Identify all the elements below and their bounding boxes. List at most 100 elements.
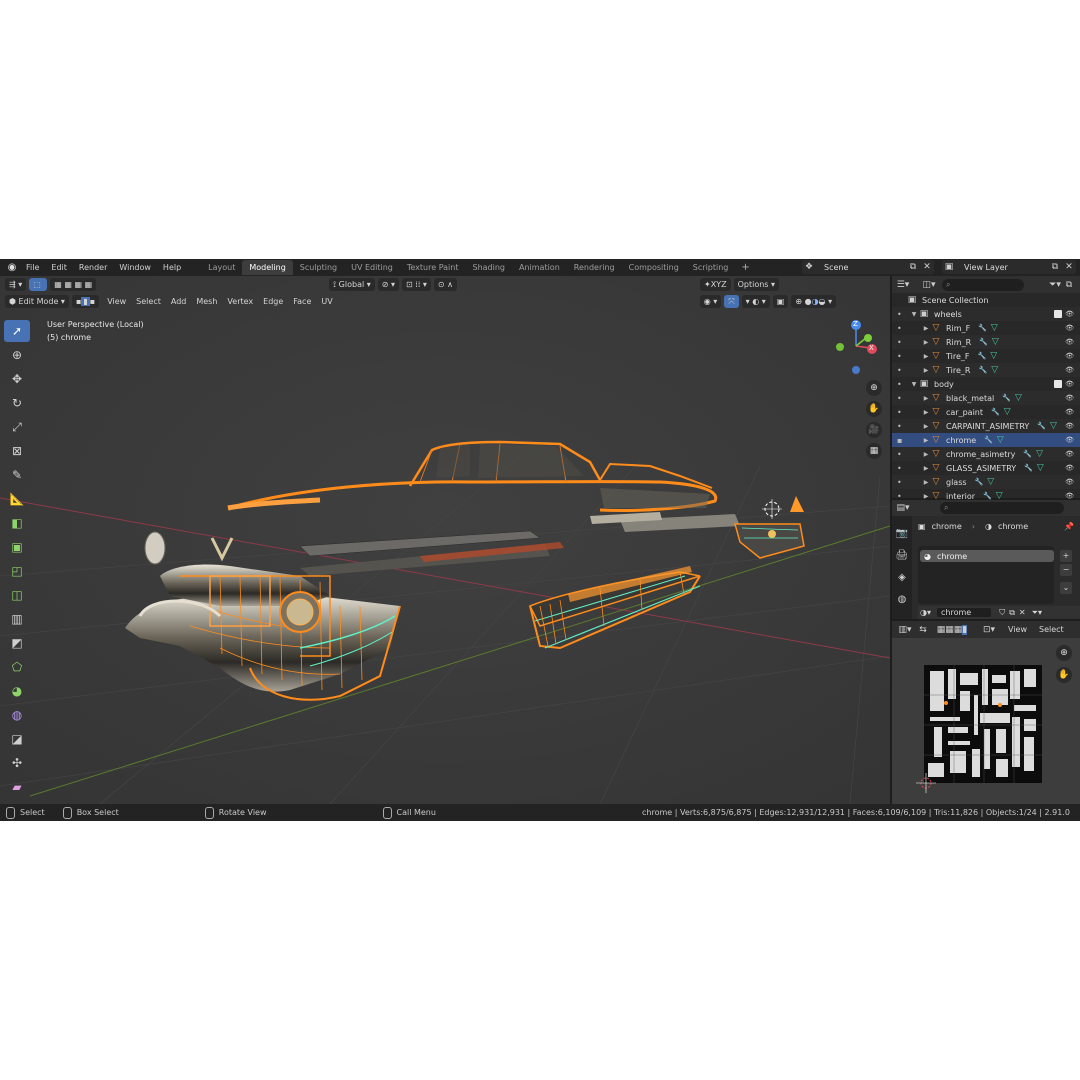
vp-menu-select[interactable]: Select (131, 293, 166, 310)
browse-material-icon[interactable]: ◑▾ (920, 608, 931, 617)
visibility-eye-icon[interactable]: 👁 (1065, 422, 1074, 430)
material-name-field[interactable]: chrome (937, 608, 992, 617)
outliner-row-glass[interactable]: • ▶ ▽ glass 🔧 ▽ 👁 (892, 475, 1080, 489)
editor-type-button[interactable]: ⇶ ▾ (5, 278, 27, 291)
visibility-eye-icon[interactable]: 👁 (1065, 394, 1074, 402)
expand-toggle-icon[interactable]: ▶ (922, 325, 930, 332)
vp-menu-mesh[interactable]: Mesh (191, 293, 222, 310)
outliner-editor-icon[interactable]: ☰▾ (896, 278, 910, 292)
modifier-icon[interactable]: 🔧 (979, 338, 988, 346)
outliner-row-wheels[interactable]: • ▼ ▣ wheels 👁 (892, 307, 1080, 321)
modifier-icon[interactable]: 🔧 (991, 408, 1000, 416)
tab-scripting[interactable]: Scripting (686, 260, 736, 275)
expand-toggle-icon[interactable]: ▶ (922, 465, 930, 472)
delete-scene-icon[interactable]: ✕ (920, 260, 934, 274)
new-view-layer-icon[interactable]: ⧉ (1048, 260, 1062, 274)
vp-menu-add[interactable]: Add (166, 293, 192, 310)
menu-file[interactable]: File (20, 259, 45, 276)
zoom-view-icon[interactable]: ⊕ (866, 380, 882, 396)
outliner-row-chrome[interactable]: ▪ ▶ ▽ chrome 🔧 ▽ 👁 (892, 433, 1080, 447)
material-slot-chrome[interactable]: ◕ chrome (920, 550, 1054, 562)
vp-menu-uv[interactable]: UV (316, 293, 337, 310)
new-collection-icon[interactable]: ⧉ (1062, 278, 1076, 292)
outliner-row-glass-asimetry[interactable]: • ▶ ▽ GLASS_ASIMETRY 🔧 ▽ 👁 (892, 461, 1080, 475)
mesh-data-icon[interactable]: ▽ (1036, 449, 1043, 459)
uv-zoom-icon[interactable]: ⊕ (1056, 645, 1072, 661)
outliner-row-black-metal[interactable]: • ▶ ▽ black_metal 🔧 ▽ 👁 (892, 391, 1080, 405)
vp-menu-face[interactable]: Face (288, 293, 316, 310)
visibility-eye-icon[interactable]: 👁 (1065, 436, 1074, 444)
new-scene-icon[interactable]: ⧉ (906, 260, 920, 274)
rotate-tool[interactable]: ↻ (4, 392, 30, 414)
display-mode-icon[interactable]: ◫▾ (922, 278, 936, 292)
vp-menu-edge[interactable]: Edge (258, 293, 288, 310)
mesh-data-icon[interactable]: ▽ (987, 477, 994, 487)
measure-tool[interactable]: 📐 (4, 488, 30, 510)
navigation-gizmo[interactable]: Z X (830, 316, 880, 376)
slot-menu-button[interactable]: ⌄ (1060, 582, 1072, 594)
outliner-row-rim-f[interactable]: • ▶ ▽ Rim_F 🔧 ▽ 👁 (892, 321, 1080, 335)
cursor-tool[interactable]: ⊕ (4, 344, 30, 366)
delete-view-layer-icon[interactable]: ✕ (1062, 260, 1076, 274)
expand-toggle-icon[interactable]: ▶ (922, 395, 930, 402)
tab-sculpting[interactable]: Sculpting (293, 260, 344, 275)
ortho-toggle-icon[interactable]: ▦ (866, 443, 882, 459)
tab-modeling[interactable]: Modeling (242, 260, 293, 275)
outliner-row-carpaint-asimetry[interactable]: • ▶ ▽ CARPAINT_ASIMETRY 🔧 ▽ 👁 (892, 419, 1080, 433)
tab-layout[interactable]: Layout (201, 260, 242, 275)
select-box-tool[interactable]: ➚ (4, 320, 30, 342)
uv-menu-select[interactable]: Select (1039, 625, 1064, 634)
expand-toggle-icon[interactable]: ▶ (922, 409, 930, 416)
scale-tool[interactable]: ⤢ (4, 416, 30, 438)
scene-selector[interactable]: ❖ Scene ⧉ ✕ (802, 260, 934, 274)
shading-modes[interactable]: ⊕ ● ◑ ◒ ▾ (791, 295, 837, 308)
transform-tool[interactable]: ⊠ (4, 440, 30, 462)
modifier-icon[interactable]: 🔧 (983, 492, 992, 500)
expand-toggle-icon[interactable]: ▶ (922, 367, 930, 374)
visibility-eye-icon[interactable]: 👁 (1065, 324, 1074, 332)
transform-orientation[interactable]: ⟟ Global ▾ (329, 278, 375, 291)
outliner-row-rim-r[interactable]: • ▶ ▽ Rim_R 🔧 ▽ 👁 (892, 335, 1080, 349)
visibility-eye-icon[interactable]: 👁 (1065, 478, 1074, 486)
uv-select-mode-icons[interactable]: ▦▦▦ ▮ (930, 623, 974, 637)
mesh-data-icon[interactable]: ▽ (990, 351, 997, 361)
expand-toggle-icon[interactable]: ▼ (910, 381, 918, 388)
modifier-icon[interactable]: 🔧 (978, 366, 987, 374)
pin-icon[interactable]: 📌 (1064, 522, 1074, 531)
modifier-icon[interactable]: 🔧 (1037, 422, 1046, 430)
xray-icon[interactable]: ▣ (772, 295, 789, 308)
uv-menu-view[interactable]: View (1008, 625, 1027, 634)
loop-cut-tool[interactable]: ▥ (4, 608, 30, 630)
select-mode-icons[interactable]: ▦ ▦ ▦ ▦ (50, 278, 97, 291)
visibility-eye-icon[interactable]: 👁 (1065, 338, 1074, 346)
outliner-row-tire-f[interactable]: • ▶ ▽ Tire_F 🔧 ▽ 👁 (892, 349, 1080, 363)
mesh-data-icon[interactable]: ▽ (1004, 407, 1011, 417)
outliner-row-car-paint[interactable]: • ▶ ▽ car_paint 🔧 ▽ 👁 (892, 405, 1080, 419)
modifier-icon[interactable]: 🔧 (978, 352, 987, 360)
outliner-row-chrome-asimetry[interactable]: • ▶ ▽ chrome_asimetry 🔧 ▽ 👁 (892, 447, 1080, 461)
properties-search-input[interactable]: ⌕ (940, 502, 1064, 514)
poly-build-tool[interactable]: ⬠ (4, 656, 30, 678)
mesh-data-icon[interactable]: ▽ (1037, 463, 1044, 473)
shrink-fatten-tool[interactable]: ✣ (4, 752, 30, 774)
gizmo-toggle-icon[interactable]: ⤧ (724, 295, 739, 308)
tab-shading[interactable]: Shading (465, 260, 512, 275)
expand-toggle-icon[interactable]: ▶ (922, 353, 930, 360)
options-dropdown[interactable]: Options ▾ (733, 278, 780, 291)
tab-rendering[interactable]: Rendering (567, 260, 622, 275)
blender-logo-icon[interactable]: ◉ (4, 259, 20, 276)
expand-toggle-icon[interactable]: ▶ (922, 493, 930, 500)
exclude-checkbox[interactable] (1054, 310, 1062, 318)
tab-uv-editing[interactable]: UV Editing (344, 260, 400, 275)
visibility-eye-icon[interactable]: 👁 (1065, 408, 1074, 416)
visibility-eye-icon[interactable]: 👁 (1065, 450, 1074, 458)
mesh-data-icon[interactable]: ▽ (1015, 393, 1022, 403)
expand-toggle-icon[interactable]: ▶ (922, 437, 930, 444)
mesh-data-icon[interactable]: ▽ (997, 435, 1004, 445)
world-tab-icon[interactable]: ◍ (892, 588, 912, 610)
visibility-icon[interactable]: ◉ ▾ (699, 295, 722, 308)
proportional-edit-icon[interactable]: ⊙ ∧ (433, 278, 458, 291)
outliner-row-tire-r[interactable]: • ▶ ▽ Tire_R 🔧 ▽ 👁 (892, 363, 1080, 377)
tab-animation[interactable]: Animation (512, 260, 567, 275)
uv-sticky-mode-icon[interactable]: ⊡▾ (982, 623, 996, 637)
